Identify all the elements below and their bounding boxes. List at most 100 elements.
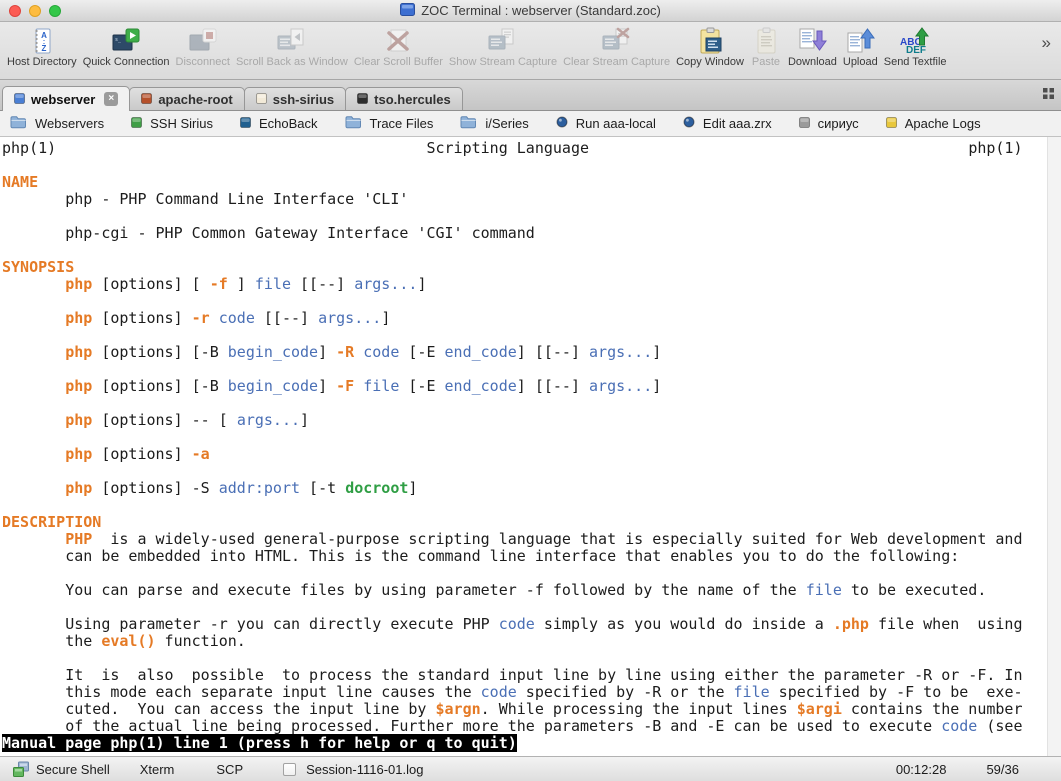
toolbar-button-clear-scroll-buffer: Clear Scroll Buffer xyxy=(354,25,443,68)
quick-button-label: Apache Logs xyxy=(904,116,981,131)
quick-button-label: SSH Sirius xyxy=(150,116,213,131)
tab-bar: webserver × apache-root ssh-sirius tso.hercu… xyxy=(0,80,1061,111)
close-button[interactable] xyxy=(9,4,21,17)
tab-close-icon[interactable]: × xyxy=(104,92,119,106)
toolbar-button-copy-window[interactable]: Copy Window xyxy=(676,25,744,68)
app-icon xyxy=(400,2,416,19)
window-title-area: ZOC Terminal : webserver (Standard.zoc) xyxy=(0,2,1061,19)
square-icon xyxy=(131,116,143,131)
minimize-button[interactable] xyxy=(29,4,41,17)
quick-button-label: Edit aaa.zrx xyxy=(702,116,772,131)
terminal-content: php(1) Scripting Language php(1) NAME php… xyxy=(0,137,1047,756)
clear-scroll-buffer-icon xyxy=(382,25,414,56)
terminal-line: of the actual line being processed. Furt… xyxy=(65,717,1023,735)
svg-text:s_: s_ xyxy=(115,37,122,43)
quick-button-echoback[interactable]: EchoBack xyxy=(239,116,318,131)
tab-grid-icon[interactable] xyxy=(1042,87,1055,105)
status-cursor-position: 59/36 xyxy=(986,761,1019,777)
status-bar: Secure Shell Xterm SCP Session-1116-01.l… xyxy=(0,756,1061,781)
tab-apache-root[interactable]: apache-root xyxy=(129,87,245,110)
toolbar-button-quick-connection[interactable]: s_ Quick Connection xyxy=(83,25,170,68)
status-log-filename[interactable]: Session-1116-01.log xyxy=(306,762,423,777)
svg-text:A: A xyxy=(41,31,47,40)
titlebar: ZOC Terminal : webserver (Standard.zoc) xyxy=(0,0,1061,22)
paste-icon xyxy=(750,25,782,56)
quick-connection-icon: s_ xyxy=(110,25,142,56)
terminal-scrollbar[interactable] xyxy=(1047,137,1061,756)
terminal-line: php [options] [-B begin_code] -F file [-… xyxy=(65,377,662,395)
toolbar-button-download[interactable]: Download xyxy=(788,25,837,68)
show-stream-capture-icon xyxy=(487,25,519,56)
window-controls xyxy=(9,4,61,17)
quick-button-label: Trace Files xyxy=(369,116,434,131)
quick-button-label: i/Series xyxy=(485,116,529,131)
toolbar: A Z Host Directory s_ Quick Connection Discon… xyxy=(0,22,1061,80)
tab-session-icon xyxy=(141,92,153,107)
upload-icon xyxy=(844,25,876,56)
square-icon xyxy=(239,116,251,131)
circle-icon xyxy=(556,116,568,131)
session-windows-icon xyxy=(12,761,30,778)
terminal-line: DESCRIPTION xyxy=(2,513,102,531)
quick-button-bar: Webservers SSH Sirius EchoBack Trace Files i… xyxy=(0,111,1061,137)
folder-icon xyxy=(460,115,477,132)
quick-button-trace-files[interactable]: Trace Files xyxy=(345,115,434,132)
terminal-line: php [options] -- [ args...] xyxy=(65,411,310,429)
toolbar-button-clear-stream-capture: Clear Stream Capture xyxy=(563,25,670,68)
terminal-line: php [options] -a xyxy=(65,445,210,463)
terminal-line: SYNOPSIS xyxy=(2,258,75,276)
toolbar-button-label: Upload xyxy=(842,56,878,68)
terminal-line: php-cgi - PHP Common Gateway Interface '… xyxy=(65,224,535,242)
toolbar-button-label: Clear Scroll Buffer xyxy=(353,56,443,68)
status-protocol: Secure Shell xyxy=(36,761,110,777)
quick-button-webservers[interactable]: Webservers xyxy=(10,115,104,132)
folder-icon xyxy=(10,115,27,132)
terminal-line: You can parse and execute files by using… xyxy=(65,581,987,599)
quick-button-edit-aaa-zrx[interactable]: Edit aaa.zrx xyxy=(683,116,772,131)
toolbar-button-label: Clear Stream Capture xyxy=(563,56,671,68)
quick-button-сириус[interactable]: сириус xyxy=(798,116,859,131)
tab-session-icon xyxy=(255,92,267,107)
terminal-line: PHP is a widely-used general-purpose scr… xyxy=(65,530,1023,548)
log-checkbox[interactable] xyxy=(283,762,297,776)
send-textfile-icon: ABC DEF xyxy=(898,25,932,56)
status-transfer: SCP xyxy=(216,761,244,777)
quick-button-label: Run aaa-local xyxy=(575,116,656,131)
terminal-screen[interactable]: php(1) Scripting Language php(1) NAME php… xyxy=(0,137,1061,756)
quick-button-run-aaa-local[interactable]: Run aaa-local xyxy=(556,116,656,131)
zoc-terminal-window: ZOC Terminal : webserver (Standard.zoc) … xyxy=(0,0,1061,781)
tab-tso-hercules[interactable]: tso.hercules xyxy=(345,87,463,110)
toolbar-button-label: Download xyxy=(787,56,837,68)
quick-button-apache-logs[interactable]: Apache Logs xyxy=(885,116,981,131)
tab-label: tso.hercules xyxy=(374,91,451,107)
terminal-line: php - PHP Command Line Interface 'CLI' xyxy=(65,190,409,208)
tab-session-icon xyxy=(14,92,25,107)
clear-stream-capture-icon xyxy=(601,25,633,56)
tab-webserver[interactable]: webserver × xyxy=(2,86,131,111)
terminal-line: the eval() function. xyxy=(65,632,246,650)
toolbar-button-host-directory[interactable]: A Z Host Directory xyxy=(7,25,77,68)
terminal-line: php(1) Scripting Language php(1) xyxy=(2,139,1023,157)
toolbar-button-scroll-back-as-window: Scroll Back as Window xyxy=(236,25,348,68)
tab-ssh-sirius[interactable]: ssh-sirius xyxy=(243,87,347,110)
toolbar-button-send-textfile[interactable]: ABC DEF Send Textfile xyxy=(884,25,947,68)
toolbar-button-label: Scroll Back as Window xyxy=(235,56,348,68)
toolbar-button-upload[interactable]: Upload xyxy=(843,25,878,68)
toolbar-button-disconnect: Disconnect xyxy=(176,25,230,68)
circle-icon xyxy=(683,116,695,131)
terminal-line: php [options] -S addr:port [-t docroot] xyxy=(65,479,418,497)
terminal-line: cuted. You can access the input line by … xyxy=(65,700,1023,718)
toolbar-overflow-icon[interactable]: » xyxy=(1038,33,1055,53)
square-icon xyxy=(798,116,810,131)
terminal-line: Manual page php(1) line 1 (press h for h… xyxy=(2,734,517,752)
quick-button-i-series[interactable]: i/Series xyxy=(460,115,529,132)
quick-button-label: Webservers xyxy=(35,116,105,131)
toolbar-button-label: Send Textfile xyxy=(883,56,947,68)
zoom-button[interactable] xyxy=(49,4,61,17)
quick-button-ssh-sirius[interactable]: SSH Sirius xyxy=(131,116,213,131)
